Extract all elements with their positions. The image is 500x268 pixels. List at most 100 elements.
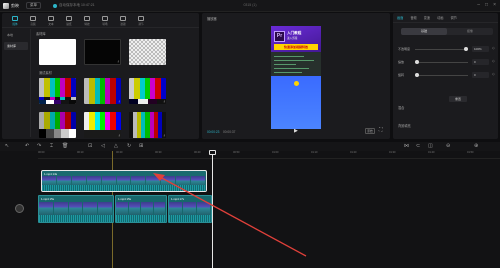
background-section: 背景填充 bbox=[398, 124, 411, 128]
top-toolbar: 媒体 音频 文本 贴纸 特效 转场 滤镜 调节 bbox=[2, 13, 199, 28]
tool-adjust[interactable]: 调节 bbox=[132, 13, 150, 28]
transition-icon bbox=[102, 15, 108, 21]
freeze-icon[interactable]: ⊡ bbox=[88, 143, 92, 150]
ruler-tick: 01:30 bbox=[389, 151, 396, 154]
split-icon[interactable]: ⌶ bbox=[50, 143, 53, 150]
close-icon[interactable]: × bbox=[493, 2, 496, 9]
tool-text[interactable]: 文本 bbox=[42, 13, 60, 28]
media-thumb-testcard-6[interactable]: ⤓ bbox=[129, 112, 166, 138]
opacity-slider[interactable] bbox=[415, 47, 468, 51]
media-thumb-testcard-5[interactable]: ⤓ bbox=[84, 112, 121, 138]
ruler-tick: 00:40 bbox=[194, 151, 201, 154]
rotate-slider[interactable] bbox=[415, 73, 468, 77]
inspector-tab[interactable]: 画面 bbox=[397, 13, 403, 22]
maximize-icon[interactable]: □ bbox=[485, 2, 488, 9]
redo-icon[interactable]: ↷ bbox=[37, 143, 41, 150]
keyframe-icon[interactable]: ◇ bbox=[492, 59, 495, 63]
title-bar: 剪映 菜单 自动保存本地 10:47:21 0315 (1) – □ × bbox=[0, 0, 500, 12]
crop-icon[interactable]: ⊞ bbox=[139, 143, 143, 150]
scale-slider[interactable] bbox=[415, 60, 468, 64]
select-tool-icon[interactable]: ↖ bbox=[5, 143, 9, 150]
segment-basic[interactable]: 基础 bbox=[401, 28, 447, 35]
media-thumb-black[interactable]: ⤓ bbox=[84, 39, 121, 65]
download-icon[interactable]: ⤓ bbox=[119, 134, 120, 137]
rotate-value[interactable]: 0 bbox=[472, 72, 489, 78]
scale-value[interactable]: 0 bbox=[472, 59, 489, 65]
inspector-tab[interactable]: 音频 bbox=[410, 13, 416, 22]
inspector-tab[interactable]: 动画 bbox=[437, 13, 443, 22]
tool-label: 调节 bbox=[138, 22, 144, 26]
minimize-icon[interactable]: – bbox=[477, 2, 480, 9]
slider-knob[interactable] bbox=[415, 73, 419, 77]
cover-icon[interactable] bbox=[15, 204, 24, 213]
tool-effects[interactable]: 特效 bbox=[78, 13, 96, 28]
keyframe-icon[interactable]: ◇ bbox=[492, 72, 495, 76]
keyframe-icon[interactable]: ◇ bbox=[492, 46, 495, 50]
section-library: 素材库 bbox=[36, 32, 46, 36]
rotate-icon[interactable]: ↻ bbox=[127, 143, 131, 150]
link-icon[interactable]: ⊂ bbox=[416, 143, 420, 150]
slider-knob[interactable] bbox=[464, 47, 468, 51]
blend-section: 混合 bbox=[398, 106, 405, 110]
main-clip-1[interactable]: 1.mp4 15s bbox=[38, 195, 114, 223]
media-panel: 媒体 音频 文本 贴纸 特效 转场 滤镜 调节 本地 素材库 素材库 ⤓ ⤓ 测试素材 ⤓ ⤓… bbox=[2, 13, 199, 139]
media-thumb-testcard-3[interactable]: ⤓ bbox=[129, 78, 166, 104]
reverse-icon[interactable]: ◁ bbox=[101, 143, 105, 150]
audio-waveform bbox=[169, 215, 211, 222]
total-time: 00:00:37 bbox=[223, 130, 236, 134]
tool-media[interactable]: 媒体 bbox=[6, 13, 24, 28]
ratio-button[interactable]: 原始 bbox=[365, 128, 375, 134]
overlay-clip[interactable]: 1.mp4 14s bbox=[41, 170, 207, 192]
inspector-panel: 画面 音频 变速 动画 调节 基础 抠像 不透明度 100% ◇ 缩放 0 ◇ 旋转 0… bbox=[393, 13, 498, 139]
preview-axis-icon[interactable]: ◫ bbox=[428, 143, 433, 150]
tool-filter[interactable]: 滤镜 bbox=[114, 13, 132, 28]
delete-icon[interactable]: 🗑 bbox=[62, 143, 68, 150]
media-thumb-testcard-1[interactable] bbox=[39, 78, 76, 104]
media-thumb-white[interactable] bbox=[39, 39, 76, 65]
snap-icon[interactable]: ⋈ bbox=[404, 143, 409, 150]
preview-screenshot bbox=[271, 52, 321, 76]
ruler-tick: 00:10 bbox=[77, 151, 84, 154]
media-side-nav: 本地 素材库 bbox=[4, 31, 28, 53]
play-icon[interactable]: ▶ bbox=[294, 128, 298, 134]
premiere-logo: Pr bbox=[274, 31, 285, 42]
media-thumb-transparent[interactable]: ⤓ bbox=[129, 39, 166, 65]
video-preview[interactable]: Pr 入门教程 进入剪辑 快速添加视频特效 bbox=[271, 26, 321, 129]
download-icon[interactable]: ⤓ bbox=[164, 61, 165, 64]
opacity-value[interactable]: 100% bbox=[472, 46, 489, 52]
download-icon[interactable]: ⤓ bbox=[119, 100, 120, 103]
nav-local[interactable]: 本地 bbox=[4, 31, 28, 39]
ruler-tick: 01:00 bbox=[272, 151, 279, 154]
tool-sticker[interactable]: 贴纸 bbox=[60, 13, 78, 28]
zoom-out-icon[interactable]: ⊖ bbox=[446, 143, 450, 150]
download-icon[interactable]: ⤓ bbox=[164, 134, 165, 137]
nav-library[interactable]: 素材库 bbox=[4, 42, 28, 50]
main-clip-3[interactable]: 1.mp4 17s bbox=[168, 195, 212, 223]
playhead-handle[interactable] bbox=[209, 150, 216, 155]
audio-waveform bbox=[42, 185, 206, 191]
text-icon bbox=[48, 15, 54, 21]
fullscreen-icon[interactable]: ⛶ bbox=[379, 128, 383, 133]
main-clip-2[interactable]: 1.mp4 15s bbox=[115, 195, 167, 223]
segment-cutout[interactable]: 抠像 bbox=[447, 28, 493, 35]
mirror-icon[interactable]: △ bbox=[114, 143, 118, 150]
filter-icon bbox=[120, 15, 126, 21]
media-thumb-testcard-2[interactable]: ⤓ bbox=[84, 78, 121, 104]
inspector-tab[interactable]: 调节 bbox=[451, 13, 457, 22]
reset-button[interactable]: 重置 bbox=[449, 96, 467, 102]
tool-transition[interactable]: 转场 bbox=[96, 13, 114, 28]
audio-waveform bbox=[116, 215, 166, 222]
playhead[interactable] bbox=[212, 151, 213, 268]
tool-audio[interactable]: 音频 bbox=[24, 13, 42, 28]
zoom-in-icon[interactable]: ⊕ bbox=[474, 143, 478, 150]
time-ruler[interactable]: 00:00 00:10 00:20 00:30 00:40 00:50 01:00 01:10… bbox=[38, 151, 500, 159]
undo-icon[interactable]: ↶ bbox=[25, 143, 29, 150]
inspector-tab[interactable]: 变速 bbox=[424, 13, 430, 22]
download-icon[interactable]: ⤓ bbox=[164, 100, 165, 103]
download-icon[interactable]: ⤓ bbox=[118, 60, 119, 63]
tool-label: 文本 bbox=[48, 22, 54, 26]
media-thumb-testcard-4[interactable] bbox=[39, 112, 76, 138]
slider-knob[interactable] bbox=[415, 60, 419, 64]
ruler-tick: 00:00 bbox=[38, 151, 45, 154]
ruler-tick: 01:20 bbox=[350, 151, 357, 154]
